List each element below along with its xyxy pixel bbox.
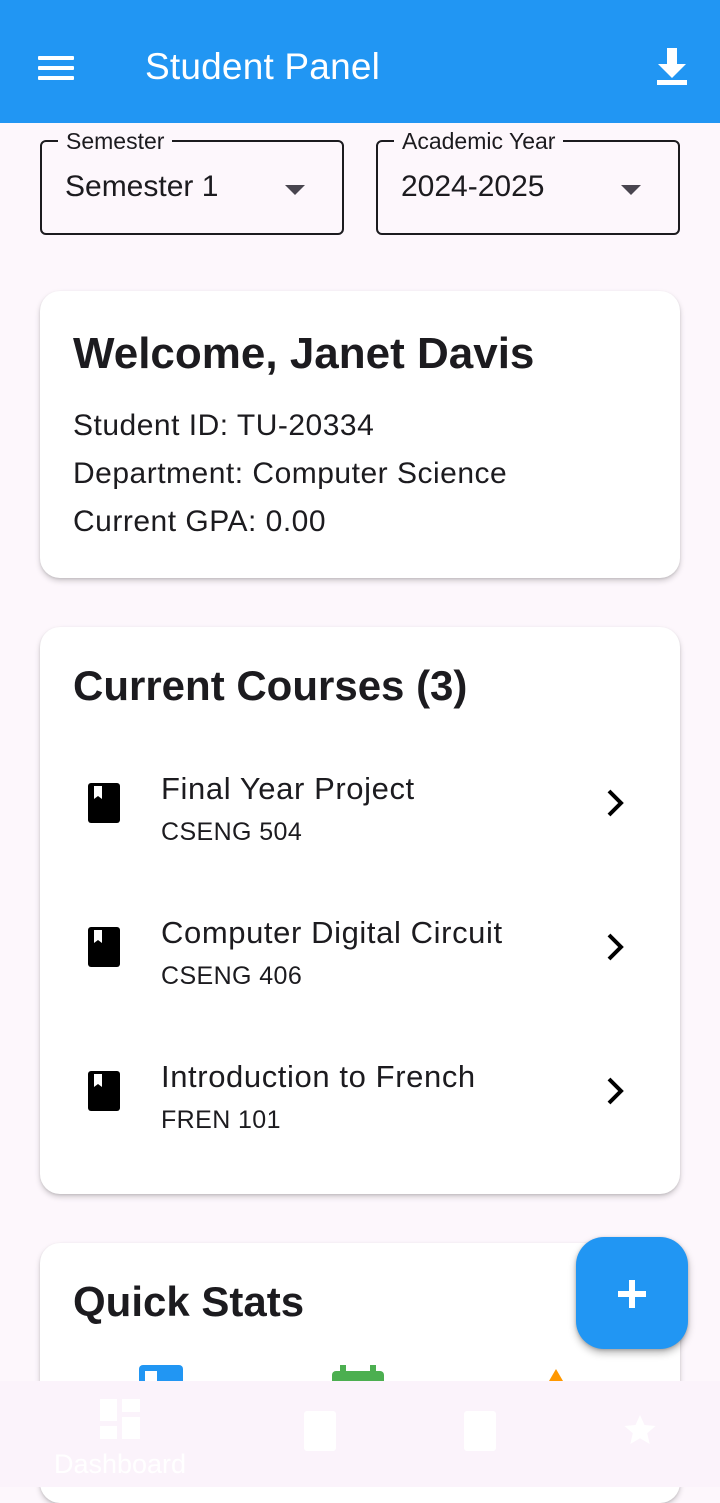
course-code: CSENG 504: [161, 818, 303, 846]
add-button[interactable]: [576, 1237, 688, 1349]
course-title: Introduction to French: [161, 1059, 476, 1094]
book-icon: [88, 927, 120, 967]
book-icon: [88, 783, 120, 823]
semester-dropdown[interactable]: Semester Semester 1: [40, 128, 344, 235]
course-code: CSENG 406: [161, 962, 303, 990]
bottom-navigation: Dashboard: [0, 1381, 720, 1487]
courses-heading: Current Courses (3): [73, 662, 468, 709]
add-icon: [618, 1280, 646, 1308]
department: Department: Computer Science: [73, 457, 508, 490]
nav-courses[interactable]: [230, 1381, 410, 1487]
chevron-right-icon: [607, 789, 624, 817]
dashboard-icon: [100, 1399, 140, 1439]
download-icon[interactable]: [648, 40, 696, 92]
book-icon: [88, 1071, 120, 1111]
quick-stats-heading: Quick Stats: [73, 1278, 305, 1325]
current-courses-card: Current Courses (3) Final Year Project C…: [40, 627, 680, 1194]
semester-value: Semester 1: [65, 170, 219, 203]
welcome-card: Welcome, Janet Davis Student ID: TU-2033…: [40, 291, 680, 578]
app-bar: Student Panel: [0, 0, 720, 123]
course-item[interactable]: Introduction to French FREN 101: [40, 1039, 680, 1179]
current-gpa: Current GPA: 0.00: [73, 505, 327, 538]
dropdown-arrow-icon: [621, 185, 641, 195]
menu-icon[interactable]: [28, 42, 84, 94]
book-icon: [304, 1411, 336, 1451]
course-code: FREN 101: [161, 1106, 281, 1134]
academic-year-value: 2024-2025: [401, 170, 545, 203]
page-title: Student Panel: [145, 46, 381, 87]
star-icon: [624, 1415, 656, 1444]
student-id: Student ID: TU-20334: [73, 409, 375, 442]
academic-year-dropdown[interactable]: Academic Year 2024-2025: [376, 128, 680, 235]
nav-dashboard[interactable]: Dashboard: [30, 1381, 210, 1487]
academic-year-label: Academic Year: [394, 128, 564, 154]
nav-favorites[interactable]: [550, 1381, 720, 1487]
course-title: Final Year Project: [161, 771, 415, 806]
welcome-heading: Welcome, Janet Davis: [73, 329, 535, 378]
book-icon: [464, 1411, 496, 1451]
chevron-right-icon: [607, 933, 624, 961]
semester-label: Semester: [58, 128, 173, 154]
chevron-right-icon: [607, 1077, 624, 1105]
course-item[interactable]: Computer Digital Circuit CSENG 406: [40, 895, 680, 1035]
nav-label: Dashboard: [53, 1449, 187, 1479]
dropdown-arrow-icon: [285, 185, 305, 195]
nav-library[interactable]: [390, 1381, 570, 1487]
course-title: Computer Digital Circuit: [161, 915, 503, 950]
course-item[interactable]: Final Year Project CSENG 504: [40, 751, 680, 891]
